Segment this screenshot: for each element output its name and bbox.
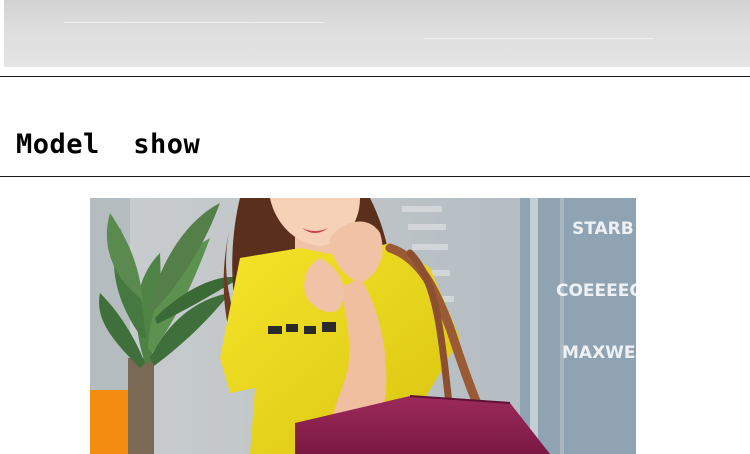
- model-photo: STARB COEEEEC MAXWE: [90, 198, 636, 454]
- sign-text-1: STARB: [572, 219, 634, 239]
- sign-text-3: MAXWE: [562, 343, 636, 363]
- fabric-photo-top: [4, 0, 750, 67]
- section-title: Model show: [16, 129, 201, 160]
- divider-bottom: [0, 176, 750, 177]
- divider-top: [0, 76, 750, 77]
- sign-text-2: COEEEEC: [556, 281, 636, 301]
